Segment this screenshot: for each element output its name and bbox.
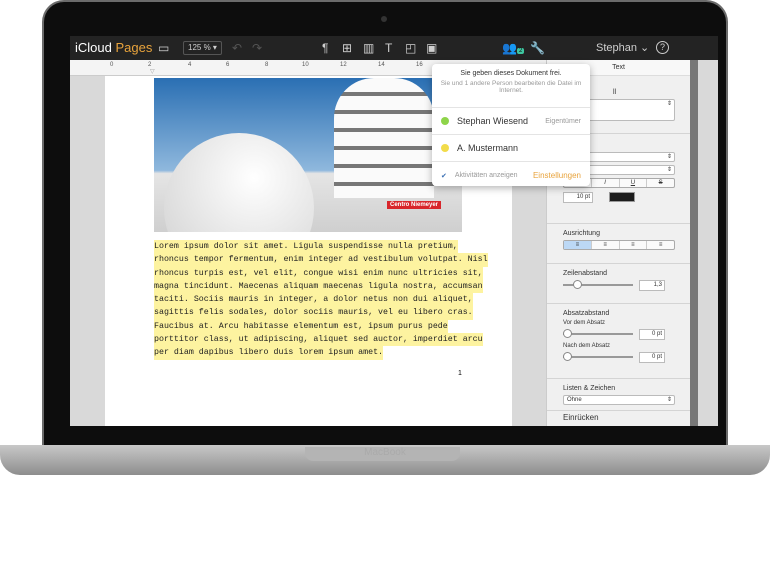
indent-marker-icon[interactable]: ▽ bbox=[150, 68, 155, 75]
ruler-tick: 0 bbox=[110, 62, 114, 68]
before-slider[interactable] bbox=[563, 329, 633, 339]
document-body-text[interactable]: Lorem ipsum dolor sit amet. Ligula suspe… bbox=[154, 240, 488, 360]
align-justify-button[interactable]: ≡ bbox=[647, 241, 674, 249]
dome-shape bbox=[164, 133, 314, 232]
participant-name: A. Mustermann bbox=[457, 143, 519, 153]
help-icon[interactable]: ? bbox=[656, 41, 669, 54]
participant-row: Stephan Wiesend Eigentümer bbox=[432, 108, 590, 135]
line-spacing-field[interactable]: 1,3 bbox=[639, 280, 665, 291]
ruler-tick: 6 bbox=[226, 62, 230, 68]
participant-name: Stephan Wiesend bbox=[457, 116, 529, 126]
app-name: iCloud Pages bbox=[75, 40, 152, 55]
text-line: Lorem ipsum dolor sit amet. Ligula suspe… bbox=[154, 240, 458, 254]
align-left-button[interactable]: ≡ bbox=[564, 241, 592, 249]
text-line: magna tincidunt. Maecenas aliquam maecen… bbox=[154, 279, 483, 294]
table-icon[interactable]: ⊞ bbox=[342, 41, 352, 55]
before-field[interactable]: 0 pt bbox=[639, 329, 665, 340]
collaborate-button[interactable]: 👥 2 bbox=[502, 41, 525, 55]
text-line: rhoncus tempor fermentum, enim integer a… bbox=[154, 253, 488, 267]
participant-row: A. Mustermann bbox=[432, 135, 590, 162]
redo-icon[interactable]: ↷ bbox=[252, 41, 262, 55]
lists-select[interactable]: Ohne bbox=[563, 395, 675, 405]
device-brand-label: MacBook bbox=[364, 447, 406, 458]
photo-caption: Centro Niemeyer bbox=[387, 201, 442, 209]
zoom-value: 125 % bbox=[188, 43, 211, 52]
ruler-tick: 4 bbox=[188, 62, 192, 68]
checkbox-checked-icon[interactable]: ✔ bbox=[441, 172, 447, 180]
presence-dot bbox=[441, 117, 449, 125]
page-number: 1 bbox=[458, 370, 462, 377]
ruler-tick: 12 bbox=[340, 62, 347, 68]
popover-title: Sie geben dieses Dokument frei. bbox=[460, 70, 562, 77]
ruler-tick: 16 bbox=[416, 62, 423, 68]
paragraph-spacing-label: Absatzabstand bbox=[563, 310, 610, 317]
after-field[interactable]: 0 pt bbox=[639, 352, 665, 363]
underline-button[interactable]: U bbox=[620, 179, 648, 187]
wrench-icon[interactable]: 🔧 bbox=[530, 41, 545, 55]
font-size-field[interactable]: 10 pt bbox=[563, 192, 593, 203]
user-menu[interactable]: Stephan ⌄ bbox=[596, 41, 649, 54]
text-color-well[interactable] bbox=[609, 192, 635, 202]
show-activity-label[interactable]: Aktivitäten anzeigen bbox=[455, 172, 533, 179]
paragraph-icon[interactable]: ¶ bbox=[322, 41, 328, 55]
participant-role: Eigentümer bbox=[545, 117, 581, 125]
text-line: per diam dapibus libero duis lorem ipsum… bbox=[154, 346, 384, 360]
sidebar-toggle-icon[interactable]: ▭ bbox=[158, 41, 169, 55]
presence-dot bbox=[441, 144, 449, 152]
ruler-tick: 14 bbox=[378, 62, 385, 68]
document-photo[interactable]: Centro Niemeyer bbox=[154, 78, 462, 232]
toolbar: iCloud Pages ▭ 125 % ▾ ↶ ↷ ¶ ⊞ ▥ T ◰ ▣ 👥… bbox=[70, 36, 718, 60]
line-spacing-label: Zeilenabstand bbox=[563, 270, 607, 277]
undo-icon[interactable]: ↶ bbox=[232, 41, 242, 55]
after-label: Nach dem Absatz bbox=[563, 343, 611, 349]
text-line: porttitor class, ut adipiscing, aliquet … bbox=[154, 333, 483, 347]
app-pages: Pages bbox=[115, 40, 153, 55]
lists-label: Listen & Zeichen bbox=[563, 385, 616, 392]
align-right-button[interactable]: ≡ bbox=[620, 241, 648, 249]
strikethrough-button[interactable]: S bbox=[647, 179, 674, 187]
zoom-select[interactable]: 125 % ▾ bbox=[183, 41, 222, 55]
text-line: sagittis felis sodales, dolor sociis mau… bbox=[154, 306, 473, 320]
image-icon[interactable]: ▣ bbox=[426, 41, 437, 55]
before-label: Vor dem Absatz bbox=[563, 320, 606, 326]
settings-link[interactable]: Einstellungen bbox=[533, 171, 581, 180]
collab-count-badge: 2 bbox=[516, 48, 525, 54]
align-center-button[interactable]: ≡ bbox=[592, 241, 620, 249]
tower-shape bbox=[334, 78, 434, 198]
screen: iCloud Pages ▭ 125 % ▾ ↶ ↷ ¶ ⊞ ▥ T ◰ ▣ 👥… bbox=[70, 36, 718, 426]
text-line: rhoncus turpis est, vel elit, congue wis… bbox=[154, 266, 483, 280]
slider-knob[interactable] bbox=[563, 352, 572, 361]
text-line: Faucibus at. Arcu habitasse elementum es… bbox=[154, 319, 448, 334]
shape-icon[interactable]: ◰ bbox=[405, 41, 416, 55]
ruler-tick: 10 bbox=[302, 62, 309, 68]
camera bbox=[381, 16, 387, 22]
app-icloud: iCloud bbox=[75, 40, 112, 55]
sidebar-scrollbar[interactable] bbox=[690, 60, 698, 426]
text-line: taciti. Sociis mauris in integer, a dolo… bbox=[154, 293, 473, 307]
line-spacing-slider[interactable] bbox=[563, 280, 633, 290]
popover-subtitle: Sie und 1 andere Person bearbeiten die D… bbox=[440, 80, 582, 94]
alignment-label: Ausrichtung bbox=[563, 230, 600, 237]
collaboration-popover: Sie geben dieses Dokument frei. Sie und … bbox=[432, 64, 590, 186]
ruler-tick: 8 bbox=[265, 62, 269, 68]
indent-label: Einrücken bbox=[563, 413, 599, 422]
text-icon[interactable]: T bbox=[385, 41, 392, 55]
chart-icon[interactable]: ▥ bbox=[363, 41, 374, 55]
italic-button[interactable]: I bbox=[592, 179, 620, 187]
slider-knob[interactable] bbox=[573, 280, 582, 289]
user-name: Stephan bbox=[596, 42, 637, 54]
slider-knob[interactable] bbox=[563, 329, 572, 338]
after-slider[interactable] bbox=[563, 352, 633, 362]
